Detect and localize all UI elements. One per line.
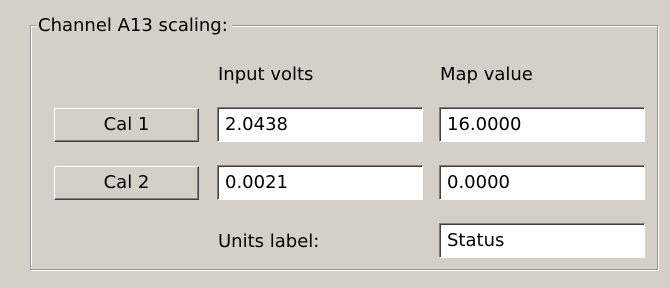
cal-1-input-volts-field[interactable] (217, 107, 423, 142)
units-label: Units label: (218, 231, 320, 252)
input-volts-header: Input volts (218, 64, 314, 85)
cal-1-map-value-field[interactable] (439, 107, 645, 142)
cal-1-button[interactable]: Cal 1 (54, 108, 199, 142)
groupbox-title: Channel A13 scaling: (36, 14, 232, 38)
cal-2-button[interactable]: Cal 2 (54, 166, 199, 200)
cal-2-input-volts-field[interactable] (217, 165, 423, 200)
units-label-field[interactable] (439, 223, 645, 258)
cal-2-map-value-field[interactable] (439, 165, 645, 200)
map-value-header: Map value (440, 64, 533, 85)
